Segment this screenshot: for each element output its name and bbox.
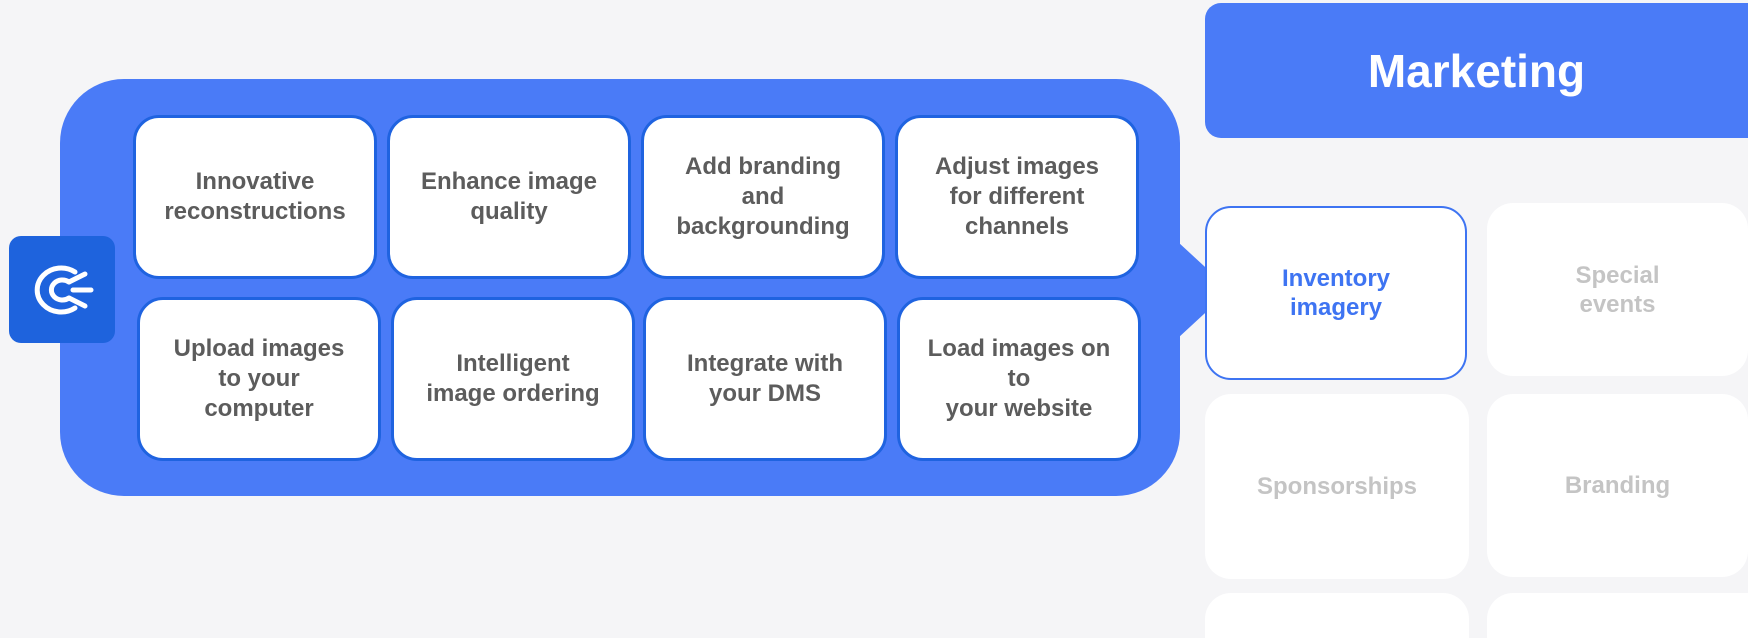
category-tile-bottom-left[interactable] <box>1205 593 1469 638</box>
feature-card-enhance-image-quality: Enhance image quality <box>387 115 631 279</box>
feature-card-intelligent-ordering: Intelligent image ordering <box>391 297 635 461</box>
feature-card-load-website: Load images on to your website <box>897 297 1141 461</box>
category-inventory-imagery[interactable]: Inventory imagery <box>1205 206 1467 380</box>
feature-card-integrate-dms: Integrate with your DMS <box>643 297 887 461</box>
brand-logo-icon <box>34 265 94 314</box>
category-special-events[interactable]: Special events <box>1487 203 1748 376</box>
feature-card-innovative-reconstructions: Innovative reconstructions <box>133 115 377 279</box>
category-branding[interactable]: Branding <box>1487 394 1748 577</box>
marketing-header: Marketing <box>1205 3 1748 138</box>
brand-logo <box>9 236 115 343</box>
category-tile-bottom-right[interactable] <box>1487 593 1748 638</box>
feature-card-adjust-images: Adjust images for different channels <box>895 115 1139 279</box>
feature-card-add-branding: Add branding and backgrounding <box>641 115 885 279</box>
feature-card-upload-images: Upload images to your computer <box>137 297 381 461</box>
category-sponsorships[interactable]: Sponsorships <box>1205 394 1469 579</box>
